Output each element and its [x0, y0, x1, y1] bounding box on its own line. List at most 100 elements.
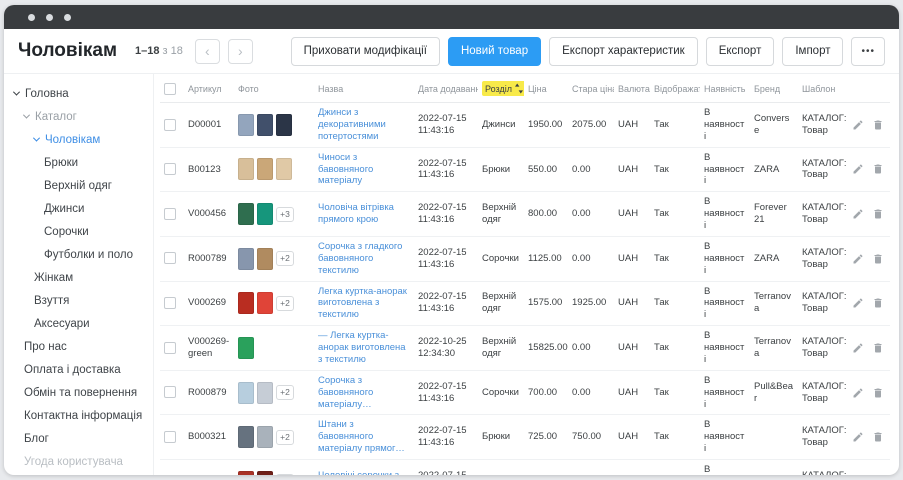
sidebar-item-trousers[interactable]: Брюки [4, 151, 153, 174]
more-actions-button[interactable]: ••• [851, 37, 885, 66]
product-photo-thumbnail[interactable] [257, 382, 273, 404]
hide-modifications-button[interactable]: Приховати модифікації [291, 37, 440, 66]
export-characteristics-button[interactable]: Експорт характеристик [549, 37, 698, 66]
product-photo-thumbnail[interactable] [257, 426, 273, 448]
sidebar-item-store-reviews[interactable]: Відгуки про магазин [4, 473, 153, 475]
column-header-currency[interactable]: Валюта [614, 74, 650, 103]
product-name-link[interactable]: Сорочка з бавовняного матеріалу притален… [318, 375, 410, 411]
product-name-link[interactable]: Джинси з декоративними потертостями [318, 107, 410, 143]
edit-button[interactable] [852, 342, 864, 354]
row-checkbox[interactable] [164, 386, 176, 398]
import-button[interactable]: Імпорт [782, 37, 843, 66]
delete-button[interactable] [872, 253, 884, 265]
window-control-dot[interactable] [28, 14, 35, 21]
sidebar-item-contacts[interactable]: Контактна інформація [4, 404, 153, 427]
edit-button[interactable] [852, 387, 864, 399]
delete-button[interactable] [872, 342, 884, 354]
product-photo-thumbnail[interactable] [238, 292, 254, 314]
product-photo-thumbnail[interactable] [238, 382, 254, 404]
product-photo-thumbnail[interactable] [257, 292, 273, 314]
row-checkbox[interactable] [164, 119, 176, 131]
product-photo-thumbnail[interactable] [276, 114, 292, 136]
sidebar-item-shirts[interactable]: Сорочки [4, 220, 153, 243]
sidebar-item-home[interactable]: Головна [4, 82, 153, 105]
product-photo-thumbnail[interactable] [238, 471, 254, 475]
product-photo-thumbnail[interactable] [257, 158, 273, 180]
sidebar-item-tshirts-polo[interactable]: Футболки и поло [4, 243, 153, 266]
cell-old-price: 1925.00 [568, 281, 614, 326]
window-control-dot[interactable] [46, 14, 53, 21]
sidebar-item-user-agreement[interactable]: Угода користувача [4, 450, 153, 473]
product-name-link[interactable]: Чоловіча вітрівка прямого крою [318, 202, 410, 226]
row-checkbox[interactable] [164, 163, 176, 175]
row-checkbox[interactable] [164, 252, 176, 264]
product-photo-thumbnail[interactable] [238, 248, 254, 270]
edit-button[interactable] [852, 163, 864, 175]
sidebar-item-accessories[interactable]: Аксесуари [4, 312, 153, 335]
app-window: Чоловікам 1–18 з 18 ‹ › Приховати модифі… [4, 5, 899, 475]
product-photo-thumbnail[interactable] [238, 114, 254, 136]
product-photo-thumbnail[interactable] [238, 337, 254, 359]
cell-currency: UAH [614, 370, 650, 415]
column-header-template[interactable]: Шаблон [798, 74, 852, 103]
edit-button[interactable] [852, 431, 864, 443]
column-header-date[interactable]: Дата додавання [414, 74, 478, 103]
sidebar-item-men[interactable]: Чоловікам [4, 128, 153, 151]
product-photo-thumbnail[interactable] [257, 203, 273, 225]
edit-button[interactable] [852, 208, 864, 220]
row-checkbox[interactable] [164, 297, 176, 309]
select-all-checkbox[interactable] [164, 83, 176, 95]
delete-button[interactable] [872, 297, 884, 309]
delete-button[interactable] [872, 387, 884, 399]
sidebar-item-exchange-return[interactable]: Обмін та повернення [4, 381, 153, 404]
sidebar-item-blog[interactable]: Блог [4, 427, 153, 450]
delete-button[interactable] [872, 431, 884, 443]
delete-button[interactable] [872, 119, 884, 131]
product-name-link[interactable]: Чоловічі сорочки з легкого текстилю [318, 470, 410, 475]
next-page-button[interactable]: › [228, 39, 253, 64]
sidebar-item-catalog[interactable]: Каталог [4, 105, 153, 128]
product-photo-thumbnail[interactable] [257, 471, 273, 475]
cell-date: 2022-07-1511:43:16 [414, 103, 478, 148]
column-header-visible[interactable]: Відображати [650, 74, 700, 103]
sidebar-item-about[interactable]: Про нас [4, 335, 153, 358]
delete-button[interactable] [872, 163, 884, 175]
edit-button[interactable] [852, 119, 864, 131]
new-product-button[interactable]: Новий товар [448, 37, 541, 66]
sidebar-item-women[interactable]: Жінкам [4, 266, 153, 289]
product-photo-thumbnail[interactable] [238, 426, 254, 448]
cell-section: Верхній одяг [478, 192, 524, 237]
column-header-article[interactable]: Артикул [184, 74, 234, 103]
sidebar-item-outerwear[interactable]: Верхній одяг [4, 174, 153, 197]
column-header-price[interactable]: Ціна [524, 74, 568, 103]
edit-button[interactable] [852, 253, 864, 265]
column-header-photo[interactable]: Фото [234, 74, 314, 103]
product-photo-thumbnail[interactable] [238, 158, 254, 180]
product-photo-thumbnail[interactable] [257, 248, 273, 270]
edit-button[interactable] [852, 297, 864, 309]
column-header-stock[interactable]: Наявність [700, 74, 750, 103]
row-checkbox[interactable] [164, 208, 176, 220]
product-photo-thumbnail[interactable] [276, 158, 292, 180]
column-header-old_price[interactable]: Стара ціна [568, 74, 614, 103]
window-control-dot[interactable] [64, 14, 71, 21]
column-header-name[interactable]: Назва [314, 74, 414, 103]
delete-button[interactable] [872, 208, 884, 220]
product-name-link[interactable]: — Легка куртка-анорак виготовлена з текс… [318, 330, 410, 366]
prev-page-button[interactable]: ‹ [195, 39, 220, 64]
product-photo-thumbnail[interactable] [238, 203, 254, 225]
product-name-link[interactable]: Штани з бавовняного матеріалу прямого кр… [318, 419, 410, 455]
sidebar-item-payment-delivery[interactable]: Оплата і доставка [4, 358, 153, 381]
product-photo-thumbnail[interactable] [257, 114, 273, 136]
row-checkbox[interactable] [164, 431, 176, 443]
product-name-link[interactable]: Чиноси з бавовняного матеріалу [318, 152, 410, 188]
product-name-link[interactable]: Легка куртка-анорак виготовлена з тексти… [318, 286, 410, 322]
sidebar-item-shoes[interactable]: Взуття [4, 289, 153, 312]
export-button[interactable]: Експорт [706, 37, 775, 66]
product-name-link[interactable]: Сорочка з гладкого бавовняного текстилю [318, 241, 410, 277]
column-header-section[interactable]: Розділ [478, 74, 524, 103]
chevron-down-icon [23, 112, 30, 119]
sidebar-item-jeans[interactable]: Джинси [4, 197, 153, 220]
row-checkbox[interactable] [164, 342, 176, 354]
column-header-brand[interactable]: Бренд [750, 74, 798, 103]
